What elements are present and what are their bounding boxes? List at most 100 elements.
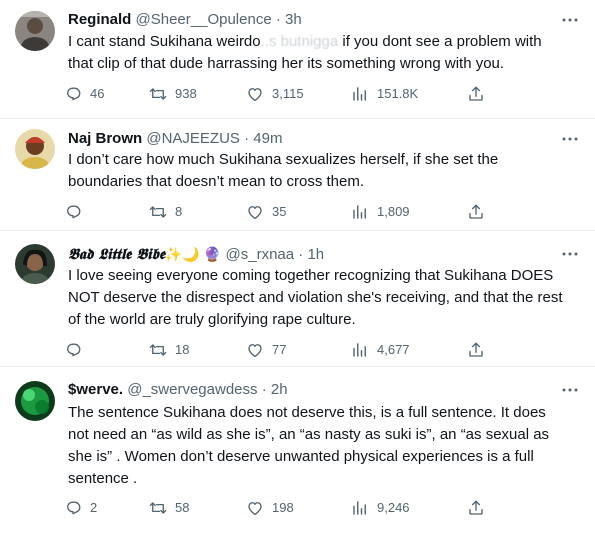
views-icon [353, 205, 366, 219]
views-button[interactable]: 9,246 [351, 498, 410, 518]
heart-icon [248, 206, 262, 220]
tweet-text: I don’t care how much Sukihana sexualize… [68, 151, 499, 190]
separator: · [298, 246, 304, 263]
reply-icon [67, 343, 81, 357]
redacted-text: nigga [301, 31, 339, 53]
reply-icon [67, 87, 81, 101]
views-button[interactable]: 151.8K [351, 84, 418, 104]
avatar[interactable] [15, 11, 55, 51]
user-handle[interactable]: @NAJEEZUS [146, 130, 240, 147]
like-button[interactable]: 198 [246, 498, 294, 518]
tweet[interactable]: Naj Brown @NAJEEZUS · 49m I don’t care h… [0, 119, 595, 231]
display-name[interactable]: Reginald [68, 11, 131, 28]
like-button[interactable]: 3,115 [246, 84, 304, 104]
views-button[interactable]: 1,809 [351, 202, 410, 222]
retweet-icon [149, 344, 167, 356]
like-button[interactable]: 77 [246, 340, 286, 360]
tweet-header: 𝕭𝖆𝖉 𝕷𝖎𝖙𝖙𝖑𝖊 𝕭𝖎𝖇𝖊✨🌙 🔮 @s_rxnaa · 1h [68, 244, 575, 264]
tweet[interactable]: 𝕭𝖆𝖉 𝕷𝖎𝖙𝖙𝖑𝖊 𝕭𝖎𝖇𝖊✨🌙 🔮 @s_rxnaa · 1h I love… [0, 231, 595, 367]
like-count: 198 [272, 500, 294, 515]
display-name[interactable]: $werve. [68, 381, 123, 398]
views-icon [353, 87, 366, 101]
timestamp[interactable]: 2h [271, 381, 288, 398]
separator: · [261, 381, 267, 398]
reply-count: 46 [90, 86, 105, 101]
view-count: 151.8K [377, 86, 419, 101]
views-button[interactable]: 4,677 [351, 340, 410, 360]
name-emoji: 🔮 [203, 246, 222, 262]
like-count: 35 [272, 204, 287, 219]
reply-button[interactable] [64, 340, 90, 360]
reply-button[interactable] [64, 202, 90, 222]
name-emoji: ✨🌙 [164, 246, 200, 262]
share-button[interactable] [467, 498, 485, 518]
share-icon [469, 342, 483, 357]
tweet-text: The sentence Sukihana does not deserve t… [68, 404, 550, 487]
display-name[interactable]: Naj Brown [68, 130, 142, 147]
retweet-button[interactable]: 18 [149, 340, 189, 360]
tweet-actions: 18 77 4,677 [64, 340, 494, 360]
user-handle[interactable]: @Sheer__Opulence [136, 11, 272, 28]
tweet[interactable]: Reginald @Sheer__Opulence · 3h I cant st… [0, 0, 595, 119]
retweet-count: 938 [175, 86, 197, 101]
tweet-actions: 2 58 198 9,246 [64, 498, 494, 518]
avatar[interactable] [15, 381, 55, 421]
share-icon [469, 500, 483, 515]
user-handle[interactable]: @s_rxnaa [226, 246, 295, 263]
tweet-header: $werve. @_swervegawdess · 2h [68, 380, 575, 400]
heart-icon [248, 502, 262, 516]
reply-icon [67, 205, 81, 219]
retweet-icon [149, 88, 167, 100]
retweet-icon [149, 206, 167, 218]
view-count: 9,246 [377, 500, 410, 515]
tweet-text: I love seeing everyone coming together r… [68, 267, 563, 328]
heart-icon [248, 344, 262, 358]
share-button[interactable] [467, 340, 485, 360]
like-count: 3,115 [272, 86, 304, 101]
user-handle[interactable]: @_swervegawdess [127, 381, 257, 398]
like-count: 77 [272, 342, 287, 357]
tweet-text-part: I cant stand Sukihana weirdo [68, 33, 261, 50]
reply-button[interactable]: 46 [64, 84, 104, 104]
heart-icon [248, 88, 262, 102]
share-button[interactable] [467, 202, 485, 222]
tweet-text: I cant stand Sukihana weirdo ..s but nig… [68, 31, 579, 75]
share-button[interactable] [467, 84, 485, 104]
tweet-header: Naj Brown @NAJEEZUS · 49m [68, 129, 575, 149]
like-button[interactable]: 35 [246, 202, 286, 222]
more-icon[interactable] [561, 380, 579, 400]
redacted-text: ..s but [260, 31, 302, 53]
view-count: 1,809 [377, 204, 410, 219]
avatar[interactable] [15, 244, 55, 284]
separator: · [244, 130, 250, 147]
tweet-feed: Reginald @Sheer__Opulence · 3h I cant st… [0, 0, 595, 533]
more-icon[interactable] [561, 129, 579, 149]
retweet-count: 58 [175, 500, 190, 515]
retweet-count: 18 [175, 342, 190, 357]
reply-button[interactable]: 2 [64, 498, 97, 518]
separator: · [275, 11, 281, 28]
retweet-button[interactable]: 8 [149, 202, 182, 222]
retweet-icon [149, 502, 167, 514]
retweet-count: 8 [175, 204, 183, 219]
share-icon [469, 86, 483, 101]
display-name[interactable]: 𝕭𝖆𝖉 𝕷𝖎𝖙𝖙𝖑𝖊 𝕭𝖎𝖇𝖊 [68, 245, 165, 263]
tweet-header: Reginald @Sheer__Opulence · 3h [68, 10, 575, 30]
timestamp[interactable]: 1h [307, 246, 324, 263]
more-icon[interactable] [561, 244, 579, 264]
timestamp[interactable]: 49m [253, 130, 282, 147]
views-icon [353, 501, 366, 515]
tweet-actions: 8 35 1,809 [64, 202, 494, 222]
tweet-actions: 46 938 3,115 151.8K [64, 84, 494, 104]
avatar[interactable] [15, 129, 55, 169]
retweet-button[interactable]: 938 [149, 84, 197, 104]
timestamp[interactable]: 3h [285, 11, 302, 28]
more-icon[interactable] [561, 10, 579, 30]
reply-icon [67, 501, 81, 515]
views-icon [353, 343, 366, 357]
view-count: 4,677 [377, 342, 410, 357]
retweet-button[interactable]: 58 [149, 498, 189, 518]
tweet[interactable]: $werve. @_swervegawdess · 2h The sentenc… [0, 367, 595, 533]
share-icon [469, 204, 483, 219]
reply-count: 2 [90, 500, 98, 515]
